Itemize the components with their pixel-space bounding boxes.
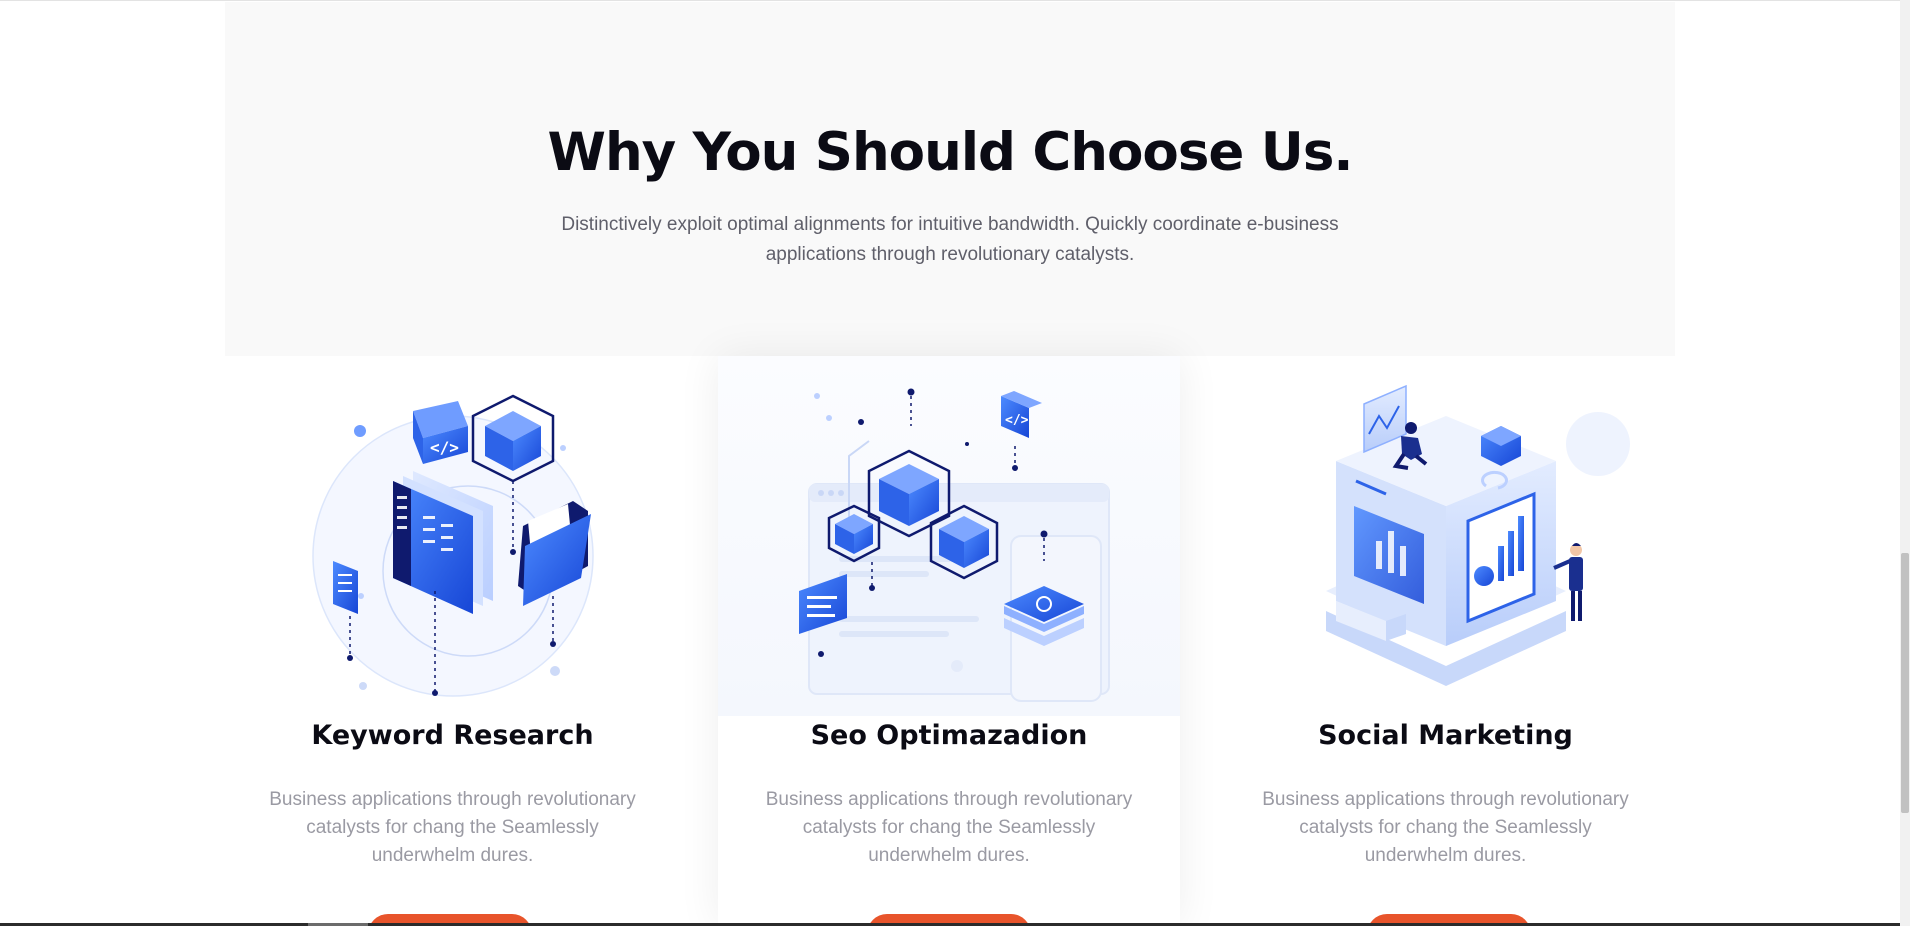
section-subtitle-line-2: applications through revolutionary catal… bbox=[765, 244, 1135, 265]
service-card-seo-optimization: </> Seo Optimazadion Business applicatio… bbox=[718, 356, 1180, 926]
card-description: Business applications through revolution… bbox=[765, 789, 1133, 866]
top-divider bbox=[0, 0, 1900, 1]
service-card-social-marketing: Social Marketing Business applications t… bbox=[1218, 356, 1673, 926]
social-marketing-illustration bbox=[1325, 384, 1630, 686]
section-subtitle: Distinctively exploit optimal alignments… bbox=[520, 210, 1380, 270]
section-subtitle-line-1: Distinctively exploit optimal alignments… bbox=[561, 214, 1339, 235]
card-description: Business applications through revolution… bbox=[1262, 789, 1629, 866]
service-card-keyword-research: </> Keyword Research Business applicatio… bbox=[225, 356, 680, 926]
card-description: Business applications through revolution… bbox=[269, 789, 636, 866]
seo-optimization-illustration: </> bbox=[799, 388, 1110, 702]
card-title: Seo Optimazadion bbox=[810, 720, 1088, 751]
section-title: Why You Should Choose Us. bbox=[547, 122, 1353, 183]
scrollbar-track[interactable] bbox=[1900, 0, 1910, 926]
scrollbar-thumb[interactable] bbox=[1901, 553, 1909, 813]
card-title: Social Marketing bbox=[1318, 720, 1573, 751]
svg-text:</>: </> bbox=[430, 438, 459, 457]
svg-text:</>: </> bbox=[1005, 413, 1029, 428]
page-viewport: Why You Should Choose Us. Distinctively … bbox=[0, 0, 1910, 926]
keyword-research-illustration: </> bbox=[311, 394, 594, 697]
card-title: Keyword Research bbox=[311, 720, 594, 751]
